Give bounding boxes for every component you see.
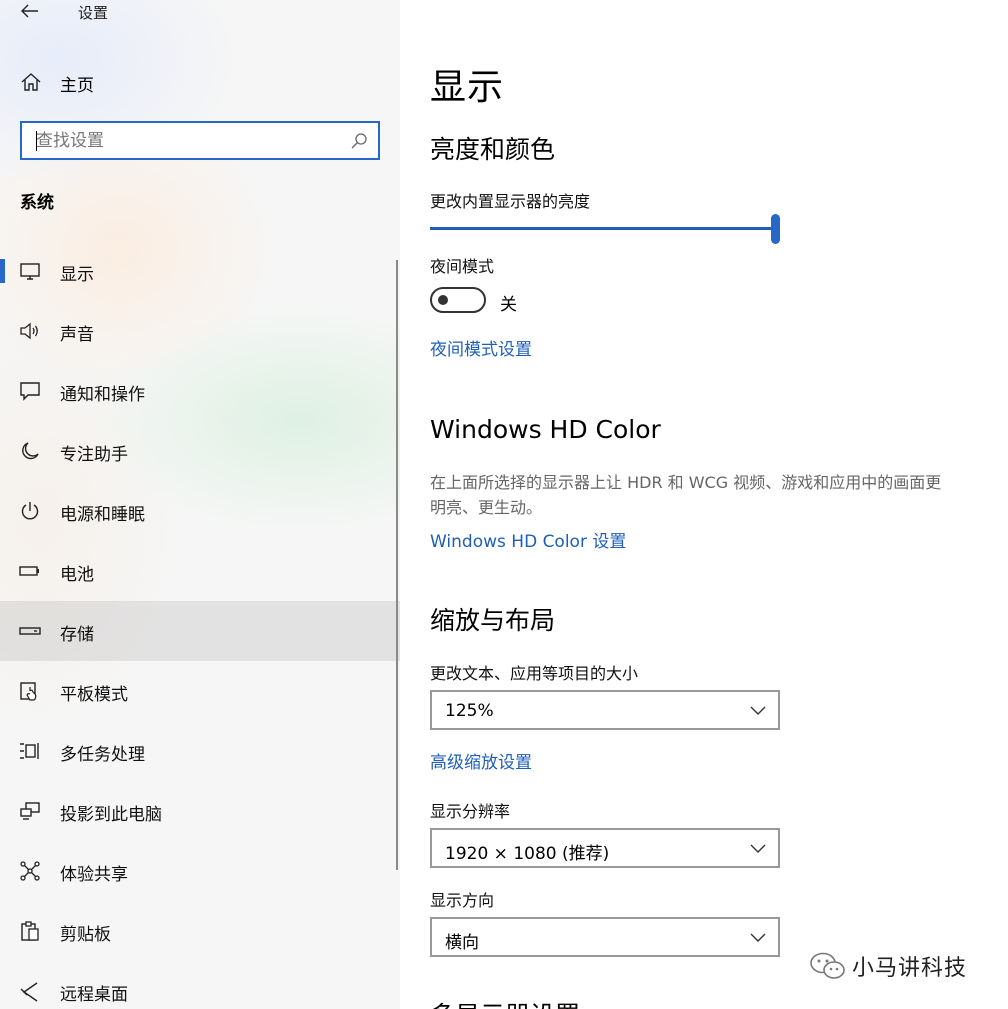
sidebar: 设置 主页 系统 显示 声音 通知和操作 [0,0,400,1009]
moon-icon [22,442,39,460]
brightness-slider[interactable] [430,214,780,244]
sidebar-item-focus-assist[interactable]: 专注助手 [0,421,400,481]
remote-desktop-icon [20,982,38,1002]
search-box[interactable] [20,121,380,160]
power-icon [21,502,39,520]
hdr-description: 在上面所选择的显示器上让 HDR 和 WCG 视频、游戏和应用中的画面更 明亮、… [430,470,990,520]
resolution-label: 显示分辨率 [430,802,511,821]
sidebar-item-label: 通知和操作 [60,385,145,405]
project-icon [20,802,40,820]
sidebar-item-display[interactable]: 显示 [0,241,400,301]
slider-track[interactable] [430,227,771,230]
sidebar-item-label: 平板模式 [60,685,128,705]
battery-icon [19,566,39,576]
select-value: 横向 [445,933,479,953]
slider-thumb[interactable] [771,214,780,244]
wechat-icon [810,952,845,979]
sidebar-item-clipboard[interactable]: 剪贴板 [0,901,400,961]
scale-size-select[interactable]: 125% [430,690,780,730]
main-content: 显示 亮度和颜色 更改内置显示器的亮度 夜间模式 关 夜间模式设置 Window… [400,0,1008,1009]
storage-icon [19,627,41,635]
chevron-down-icon [750,933,766,942]
orientation-label: 显示方向 [430,891,495,910]
sidebar-item-shared-experiences[interactable]: 体验共享 [0,841,400,901]
night-mode-label: 夜间模式 [430,257,495,276]
night-mode-toggle[interactable] [430,287,486,313]
chevron-down-icon [750,706,766,715]
multi-display-heading: 多显示器设置 [430,996,580,1009]
hdr-heading: Windows HD Color [430,415,661,444]
clipboard-icon [21,921,39,941]
text-caret [36,131,37,151]
sidebar-item-label: 显示 [60,265,94,285]
sidebar-item-home[interactable]: 主页 [0,60,400,104]
resolution-select[interactable]: 1920 × 1080 (推荐) [430,828,780,868]
brightness-heading: 亮度和颜色 [430,135,556,164]
night-mode-settings-link[interactable]: 夜间模式设置 [430,335,532,360]
sidebar-item-battery[interactable]: 电池 [0,541,400,601]
sidebar-item-label: 多任务处理 [60,745,145,765]
search-icon[interactable] [350,132,368,150]
sidebar-item-label: 电源和睡眠 [60,505,145,525]
hdr-description-line: 在上面所选择的显示器上让 HDR 和 WCG 视频、游戏和应用中的画面更 [430,473,942,492]
brightness-slider-label: 更改内置显示器的亮度 [430,192,591,211]
sidebar-item-tablet-mode[interactable]: 平板模式 [0,661,400,721]
sidebar-item-label: 远程桌面 [60,985,128,1005]
select-value: 1920 × 1080 (推荐) [445,844,610,864]
sidebar-item-label: 体验共享 [60,865,128,885]
multitasking-icon [20,743,39,759]
hdr-description-line: 明亮、更生动。 [430,498,543,517]
select-value: 125% [445,701,494,721]
share-icon [20,861,40,881]
advanced-scaling-link[interactable]: 高级缩放设置 [430,748,532,773]
sidebar-scrollbar[interactable] [396,260,398,870]
scale-heading: 缩放与布局 [430,606,556,635]
speaker-icon [20,322,38,340]
hdr-settings-link[interactable]: Windows HD Color 设置 [430,527,626,552]
monitor-icon [20,263,40,280]
sidebar-item-power-sleep[interactable]: 电源和睡眠 [0,481,400,541]
scale-size-label: 更改文本、应用等项目的大小 [430,664,639,683]
watermark: 小马讲科技 [808,948,998,984]
orientation-select[interactable]: 横向 [430,917,780,957]
watermark-text: 小马讲科技 [852,956,968,981]
app-title: 设置 [78,4,109,22]
toggle-knob [438,295,448,305]
sidebar-item-remote-desktop[interactable]: 远程桌面 [0,961,400,1009]
sidebar-item-label: 剪贴板 [60,925,111,945]
chevron-down-icon [750,844,766,853]
search-input[interactable] [22,123,342,158]
sidebar-item-sound[interactable]: 声音 [0,301,400,361]
tablet-mode-icon [20,682,37,701]
sidebar-item-notifications[interactable]: 通知和操作 [0,361,400,421]
sidebar-item-multitasking[interactable]: 多任务处理 [0,721,400,781]
home-icon [21,73,41,91]
back-button[interactable] [18,0,42,22]
sidebar-item-label: 电池 [60,565,94,585]
back-arrow-icon [21,4,38,18]
sidebar-item-label: 主页 [60,76,94,96]
night-mode-state: 关 [500,295,517,315]
sidebar-item-label: 专注助手 [60,445,128,465]
sidebar-item-label: 投影到此电脑 [60,805,162,825]
sidebar-item-project[interactable]: 投影到此电脑 [0,781,400,841]
notification-icon [20,382,40,401]
sidebar-section-title: 系统 [20,193,54,213]
sidebar-item-label: 存储 [60,625,94,645]
sidebar-item-storage[interactable]: 存储 [0,601,400,661]
sidebar-item-label: 声音 [60,325,94,345]
page-title: 显示 [430,67,505,108]
